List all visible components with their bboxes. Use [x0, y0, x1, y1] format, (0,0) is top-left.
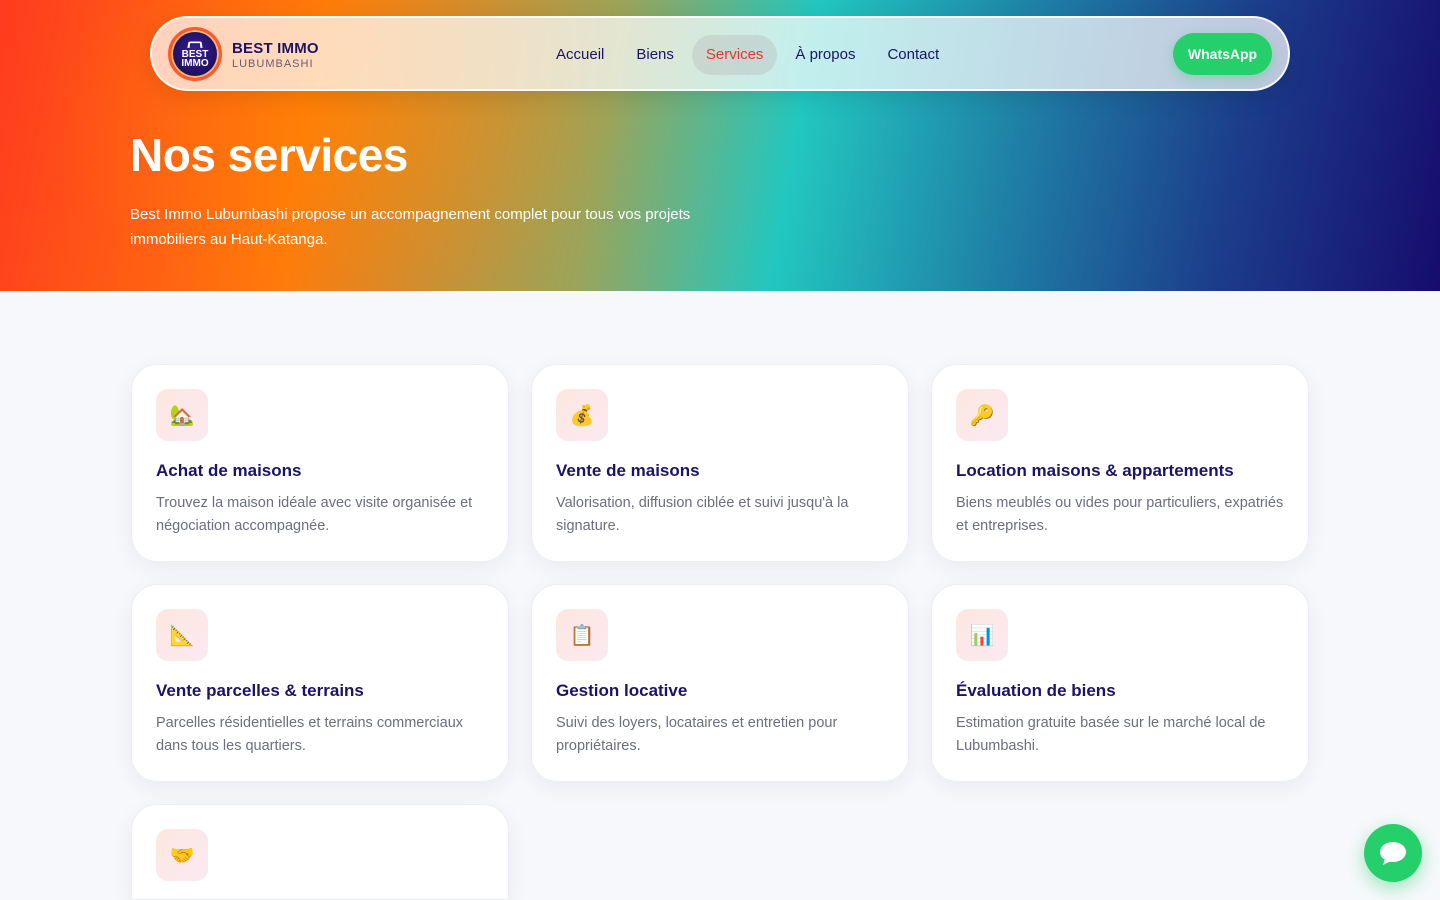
service-card[interactable]: 📐 Vente parcelles & terrains Parcelles r…: [131, 584, 509, 782]
logo-text-immo: IMMO: [181, 57, 209, 69]
handshake-icon: 🤝: [156, 829, 208, 881]
service-card[interactable]: 📋 Gestion locative Suivi des loyers, loc…: [531, 584, 909, 782]
key-icon: 🔑: [956, 389, 1008, 441]
page-title: Nos services: [130, 129, 408, 181]
service-card[interactable]: 🤝: [131, 804, 509, 900]
service-title: Gestion locative: [556, 681, 688, 700]
service-description: Valorisation, diffusion ciblée et suivi …: [556, 495, 849, 534]
brand-logo[interactable]: BEST IMMO: [168, 27, 222, 81]
service-description: Biens meublés ou vides pour particuliers…: [956, 495, 1284, 534]
main-nav: Accueil Biens Services À propos Contact: [542, 35, 957, 75]
service-description: Trouvez la maison idéale avec visite org…: [156, 495, 473, 534]
triangle-ruler-icon: 📐: [156, 609, 208, 661]
nav-contact[interactable]: Contact: [873, 35, 953, 75]
service-description: Estimation gratuite basée sur le marché …: [956, 715, 1266, 754]
top-navbar: BEST IMMO BEST IMMO LUBUMBASHI Accueil B…: [150, 16, 1290, 91]
service-card[interactable]: 🔑 Location maisons & appartements Biens …: [931, 364, 1309, 562]
nav-services[interactable]: Services: [691, 35, 778, 75]
nav-a-propos[interactable]: À propos: [781, 35, 869, 75]
chat-bubble-icon: [1380, 842, 1406, 865]
house-roof-icon: [187, 41, 203, 48]
chat-button[interactable]: [1364, 824, 1422, 882]
service-card[interactable]: 📊 Évaluation de biens Estimation gratuit…: [931, 584, 1309, 782]
service-title: Évaluation de biens: [956, 681, 1116, 700]
service-description: Parcelles résidentielles et terrains com…: [156, 715, 464, 754]
house-icon: 🏡: [156, 389, 208, 441]
hero-description: Best Immo Lubumbashi propose un accompag…: [130, 206, 691, 248]
brand-name: BEST IMMO: [232, 40, 319, 57]
service-title: Achat de maisons: [156, 461, 302, 480]
nav-accueil[interactable]: Accueil: [542, 35, 618, 75]
service-title: Vente parcelles & terrains: [156, 681, 364, 700]
nav-biens[interactable]: Biens: [622, 35, 688, 75]
service-card[interactable]: 🏡 Achat de maisons Trouvez la maison idé…: [131, 364, 509, 562]
money-bag-icon: 💰: [556, 389, 608, 441]
whatsapp-button[interactable]: WhatsApp: [1173, 33, 1272, 75]
clipboard-icon: 📋: [556, 609, 608, 661]
service-title: Location maisons & appartements: [956, 461, 1234, 480]
brand-subtitle: LUBUMBASHI: [232, 58, 314, 70]
bar-chart-icon: 📊: [956, 609, 1008, 661]
service-description: Suivi des loyers, locataires et entretie…: [556, 715, 838, 754]
service-card[interactable]: 💰 Vente de maisons Valorisation, diffusi…: [531, 364, 909, 562]
brand[interactable]: BEST IMMO LUBUMBASHI: [232, 40, 319, 70]
service-title: Vente de maisons: [556, 461, 700, 480]
